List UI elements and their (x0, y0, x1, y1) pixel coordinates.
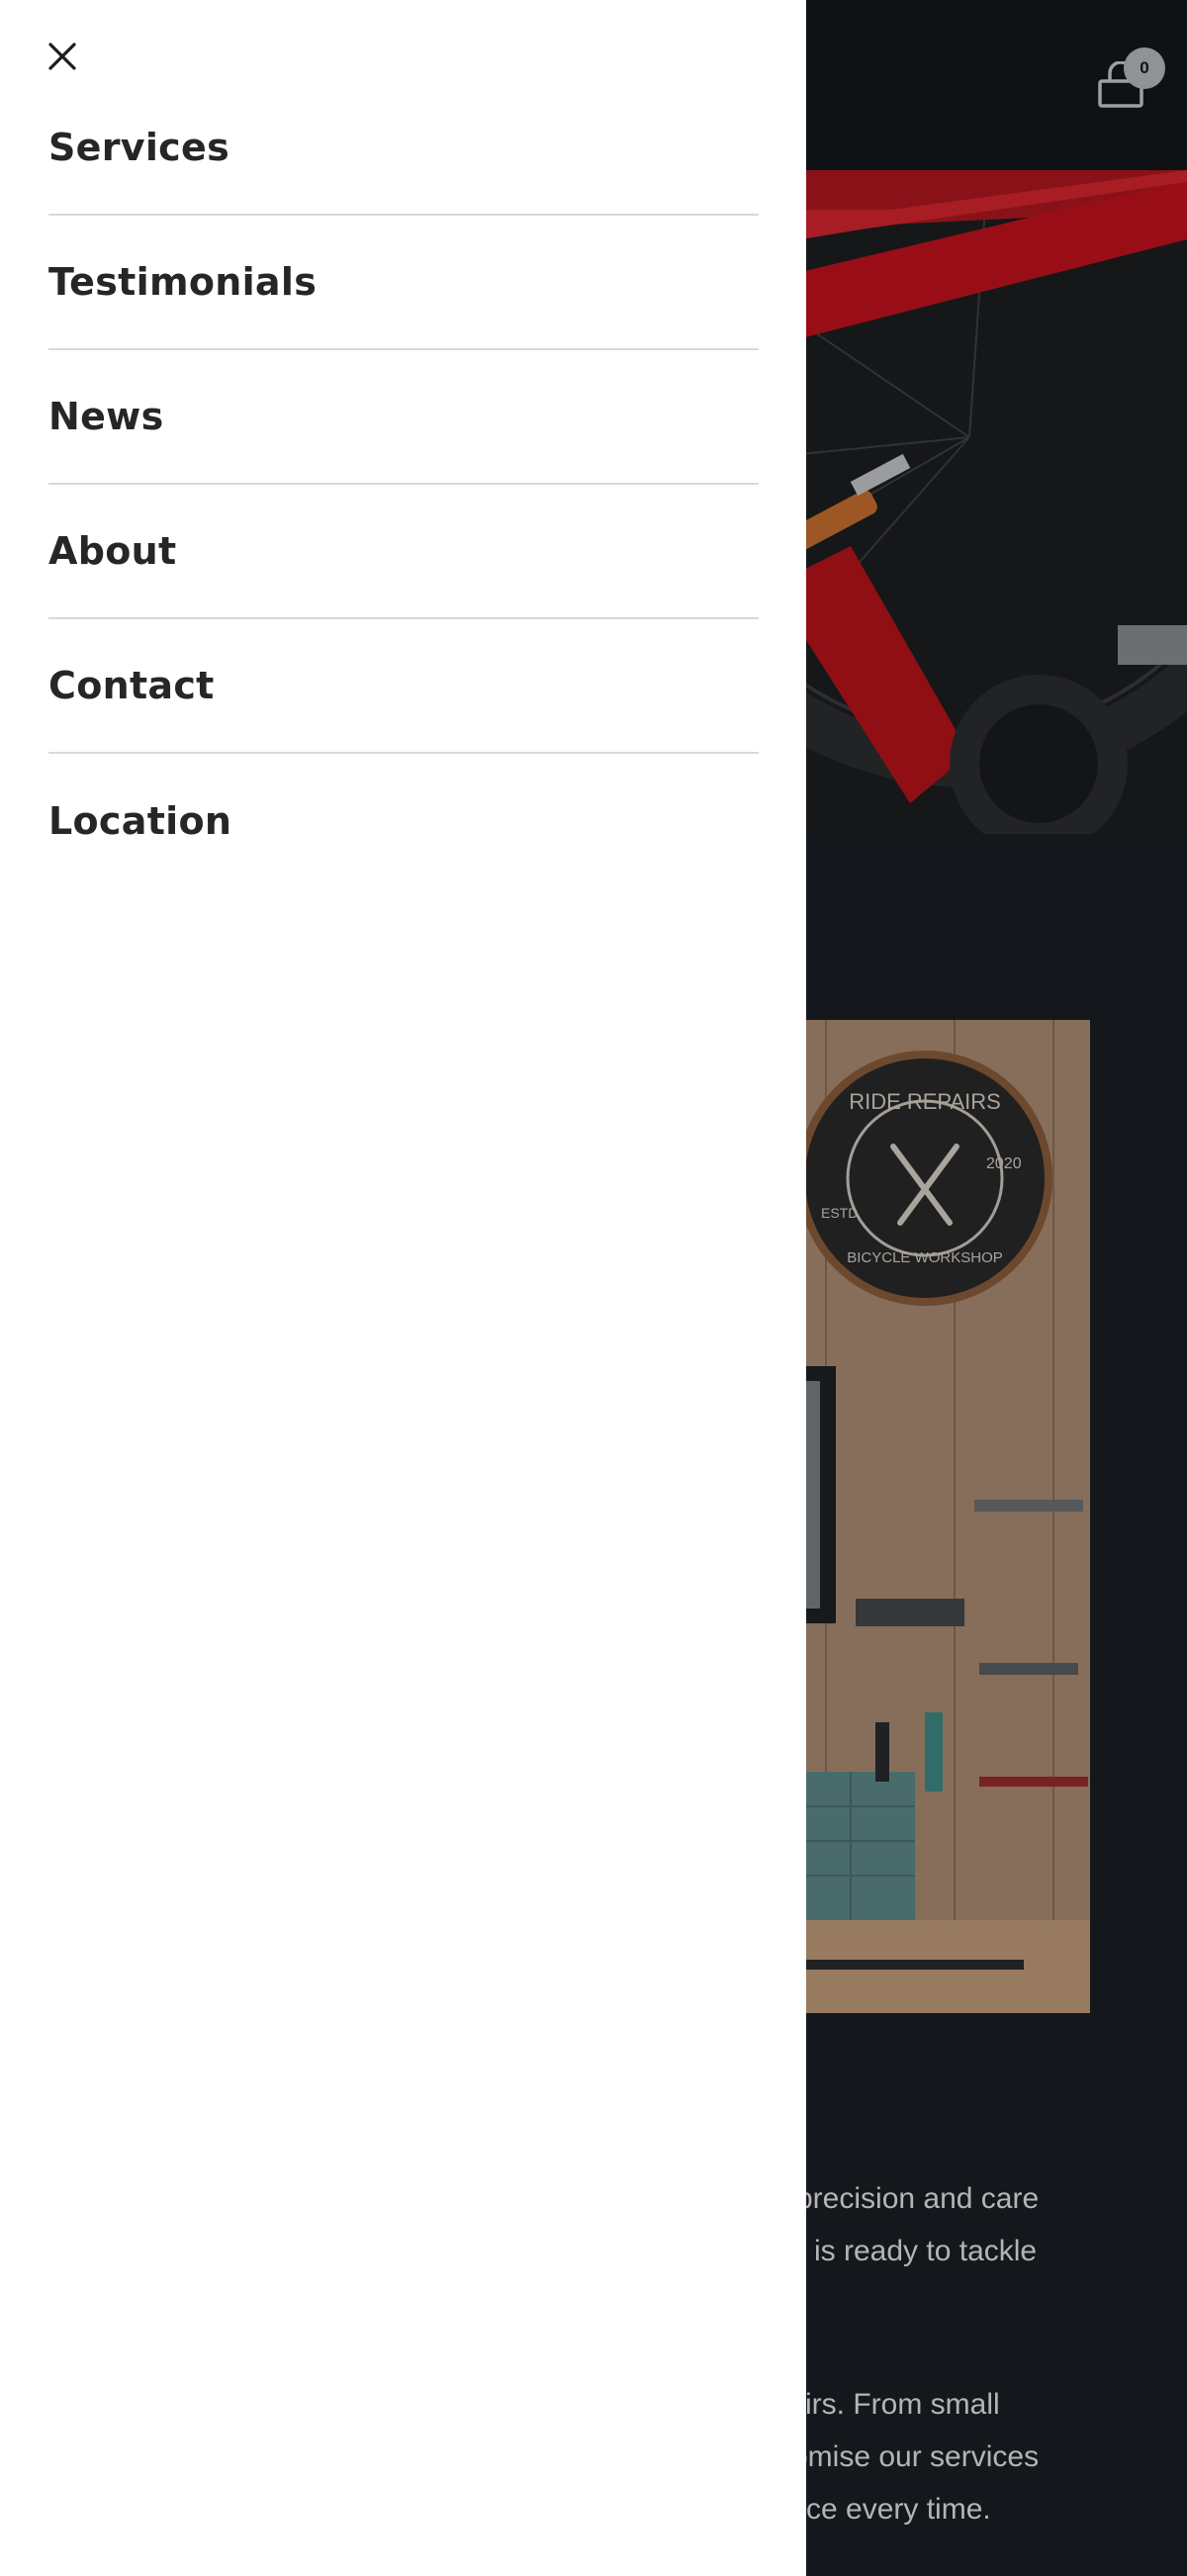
menu-item-label[interactable]: Location (48, 799, 231, 843)
close-button[interactable] (40, 34, 85, 79)
menu-item-contact[interactable]: Contact (48, 619, 759, 754)
menu-item-testimonials[interactable]: Testimonials (48, 216, 759, 350)
menu-item-services[interactable]: Services (48, 81, 759, 216)
menu-item-label[interactable]: About (48, 529, 176, 573)
close-icon (48, 43, 76, 70)
drawer-menu: Services Testimonials News About Contact… (48, 81, 759, 888)
menu-item-label[interactable]: Contact (48, 664, 215, 707)
menu-item-news[interactable]: News (48, 350, 759, 485)
navigation-drawer: Services Testimonials News About Contact… (0, 0, 806, 2576)
menu-item-label[interactable]: Services (48, 126, 229, 169)
menu-item-label[interactable]: Testimonials (48, 260, 317, 304)
menu-item-about[interactable]: About (48, 485, 759, 619)
menu-item-location[interactable]: Location (48, 754, 759, 888)
menu-item-label[interactable]: News (48, 395, 164, 438)
